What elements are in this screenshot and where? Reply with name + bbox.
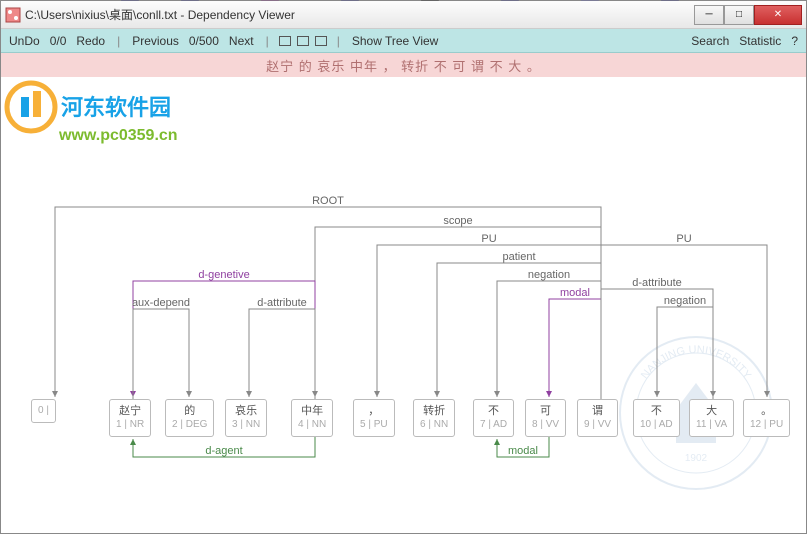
token-tag: 2 | DEG (172, 418, 207, 432)
token-node[interactable]: 大11 | VA (689, 399, 734, 437)
token-tag: 0 | (38, 404, 49, 418)
arc-label: PU (481, 233, 496, 245)
sentence-text: 赵宁 的 哀乐 中年 ， 转折 不 可 谓 不 大 。 (266, 56, 541, 75)
token-word: 大 (696, 404, 727, 418)
token-tag: 10 | AD (640, 418, 673, 432)
token-word: 赵宁 (116, 404, 144, 418)
token-word: 哀乐 (232, 404, 260, 418)
token-tag: 8 | VV (532, 418, 559, 432)
arc-label: patient (502, 251, 535, 263)
arc-label: negation (528, 269, 570, 281)
show-tree-button[interactable]: Show Tree View (350, 34, 441, 48)
token-tag: 3 | NN (232, 418, 260, 432)
token-word: 转折 (420, 404, 448, 418)
token-tag: 1 | NR (116, 418, 144, 432)
token-tag: 11 | VA (696, 418, 727, 432)
arc-label: d-agent (205, 445, 242, 457)
token-node[interactable]: 可8 | VV (525, 399, 566, 437)
token-word: 的 (172, 404, 207, 418)
separator: | (262, 34, 273, 48)
search-button[interactable]: Search (689, 34, 731, 48)
arc-label: aux-depend (132, 297, 190, 309)
token-word: 。 (750, 404, 783, 418)
maximize-button[interactable]: □ (724, 5, 754, 25)
token-node[interactable]: 的2 | DEG (165, 399, 214, 437)
token-word: ， (360, 404, 388, 418)
layout-icon-2[interactable] (297, 36, 309, 46)
token-word: 谓 (584, 404, 611, 418)
app-icon (5, 7, 21, 23)
toolbar: UnDo 0/0 Redo | Previous 0/500 Next | | … (1, 29, 806, 53)
token-tag: 5 | PU (360, 418, 388, 432)
redo-button[interactable]: Redo (74, 34, 107, 48)
dependency-canvas[interactable]: 河东软件园 www.pc0359.cn 1902 NANJING UNIVERS… (1, 77, 806, 533)
close-button[interactable]: ✕ (754, 5, 802, 25)
minimize-button[interactable]: ─ (694, 5, 724, 25)
token-node[interactable]: 不7 | AD (473, 399, 514, 437)
token-tag: 4 | NN (298, 418, 326, 432)
token-node[interactable]: 0 | (31, 399, 56, 423)
statistic-button[interactable]: Statistic (737, 34, 783, 48)
previous-button[interactable]: Previous (130, 34, 181, 48)
token-tag: 7 | AD (480, 418, 507, 432)
arc-label: modal (560, 287, 590, 299)
token-node[interactable]: 哀乐3 | NN (225, 399, 267, 437)
separator: | (333, 34, 344, 48)
arc-label: d-genetive (198, 269, 249, 281)
token-node[interactable]: 中年4 | NN (291, 399, 333, 437)
token-node[interactable]: 赵宁1 | NR (109, 399, 151, 437)
window-buttons: ─ □ ✕ (694, 5, 802, 25)
layout-icon-1[interactable] (279, 36, 291, 46)
separator: | (113, 34, 124, 48)
arc-label: d-attribute (632, 277, 682, 289)
undo-button[interactable]: UnDo (7, 34, 42, 48)
token-node[interactable]: ，5 | PU (353, 399, 395, 437)
app-window: C:\Users\nixius\桌面\conll.txt - Dependenc… (0, 0, 807, 534)
arc-label: PU (676, 233, 691, 245)
token-tag: 12 | PU (750, 418, 783, 432)
dependency-arcs: ROOT scope PU patient negation modal PU negatio… (1, 77, 806, 533)
arc-label: d-attribute (257, 297, 307, 309)
page-count: 0/500 (187, 34, 221, 48)
token-word: 中年 (298, 404, 326, 418)
token-tag: 9 | VV (584, 418, 611, 432)
help-button[interactable]: ? (789, 34, 800, 48)
token-word: 不 (640, 404, 673, 418)
arc-label: modal (508, 445, 538, 457)
window-title: C:\Users\nixius\桌面\conll.txt - Dependenc… (25, 6, 694, 23)
token-tag: 6 | NN (420, 418, 448, 432)
next-button[interactable]: Next (227, 34, 256, 48)
titlebar: C:\Users\nixius\桌面\conll.txt - Dependenc… (1, 1, 806, 29)
token-word: 可 (532, 404, 559, 418)
arc-label: scope (443, 215, 472, 227)
arc-label: negation (664, 295, 706, 307)
token-node[interactable]: 。12 | PU (743, 399, 790, 437)
token-word: 不 (480, 404, 507, 418)
layout-icon-3[interactable] (315, 36, 327, 46)
arc-label: ROOT (312, 195, 344, 207)
token-node[interactable]: 不10 | AD (633, 399, 680, 437)
undo-count: 0/0 (48, 34, 69, 48)
token-node[interactable]: 转折6 | NN (413, 399, 455, 437)
token-node[interactable]: 谓9 | VV (577, 399, 618, 437)
sentence-bar: 赵宁 的 哀乐 中年 ， 转折 不 可 谓 不 大 。 (1, 53, 806, 77)
